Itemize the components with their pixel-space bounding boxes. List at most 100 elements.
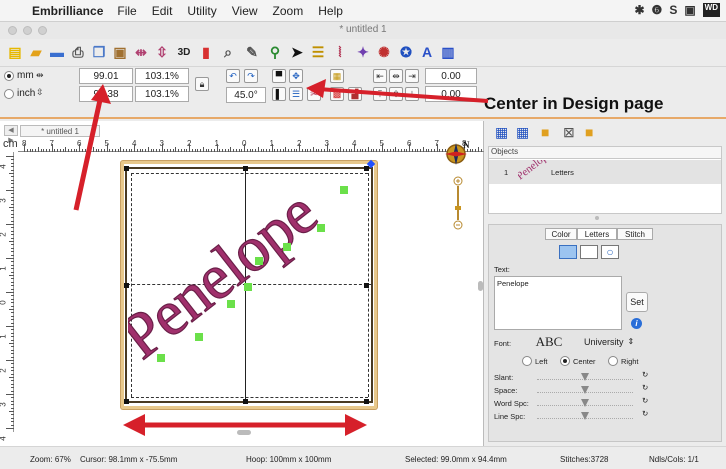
chart-icon[interactable]: ▮ — [196, 42, 216, 62]
pointer-icon[interactable]: ➤ — [287, 42, 307, 62]
gear-icon[interactable]: ✺ — [374, 42, 394, 62]
resize-handle-top-right[interactable] — [364, 166, 369, 171]
align-center-radio[interactable]: Center — [560, 356, 596, 366]
letter-anchor-point[interactable] — [195, 333, 203, 341]
layout-arc-button[interactable] — [580, 245, 598, 259]
line-space-slider-knob[interactable] — [581, 412, 589, 420]
ungroup-icon[interactable]: ▩ — [330, 87, 344, 101]
document-tab[interactable]: * untitled 1 — [20, 125, 100, 137]
flip-icon[interactable]: ⇳ — [152, 42, 172, 62]
unlock-icon[interactable]: ⊠ — [563, 124, 575, 141]
letter-anchor-point[interactable] — [227, 300, 235, 308]
resize-handle-bottom-left[interactable] — [124, 399, 129, 404]
letter-anchor-point[interactable] — [283, 243, 291, 251]
lock-open-icon[interactable]: ■ — [585, 124, 593, 140]
space-slider-knob[interactable] — [581, 386, 589, 394]
circle-s-icon[interactable]: ❻ — [652, 3, 663, 17]
panel-splitter[interactable] — [595, 216, 599, 220]
sewing-icon[interactable]: ⚲ — [265, 42, 285, 62]
align-left-radio[interactable]: Left — [522, 356, 548, 366]
app-name-menu[interactable]: Embrilliance — [32, 4, 103, 18]
copy-icon[interactable]: ❐ — [89, 42, 109, 62]
tab-stitch[interactable]: Stitch — [617, 228, 653, 240]
rotate-left-icon[interactable]: ↶ — [226, 69, 240, 83]
compass-icon[interactable]: N — [444, 140, 470, 166]
stamp-icon[interactable]: ✪ — [396, 42, 416, 62]
offset-x-field[interactable]: 0.00 — [425, 68, 477, 84]
unit-mm-radio[interactable]: mm — [4, 70, 34, 81]
letter-anchor-point[interactable] — [157, 354, 165, 362]
width-percent-field[interactable]: 103.1% — [135, 68, 189, 84]
shapes-icon[interactable]: ✦ — [353, 42, 373, 62]
vertical-scroll-thumb[interactable] — [478, 281, 483, 291]
paste-icon[interactable]: ▣ — [110, 42, 130, 62]
dropbox-icon[interactable]: ✱ — [634, 3, 644, 17]
needle-icon[interactable]: ✎ — [242, 42, 262, 62]
menu-zoom[interactable]: Zoom — [273, 4, 304, 18]
open-icon[interactable]: ▰ — [26, 42, 46, 62]
offset-bottom-icon[interactable]: ⤓ — [405, 87, 419, 101]
group-icon[interactable]: ▦ — [330, 69, 344, 83]
list-icon[interactable]: ☰ — [308, 42, 328, 62]
letter-anchor-point[interactable] — [244, 283, 252, 291]
layout-circle-button[interactable]: ○ — [601, 245, 619, 259]
book-icon[interactable]: ▥ — [438, 42, 458, 62]
resize-handle-bottom[interactable] — [243, 399, 248, 404]
align-top-icon[interactable]: ▀ — [272, 69, 286, 83]
mirror-icon[interactable]: ⇹ — [131, 42, 151, 62]
letter-anchor-point[interactable] — [340, 186, 348, 194]
thread-icon[interactable]: ⦚ — [330, 42, 350, 62]
rotate-right-icon[interactable]: ↷ — [244, 69, 258, 83]
menu-utility[interactable]: Utility — [187, 4, 216, 18]
menu-help[interactable]: Help — [318, 4, 343, 18]
height-field[interactable]: 94.38 — [79, 86, 133, 102]
slant-slider-knob[interactable] — [581, 373, 589, 381]
print-icon[interactable]: ⎙ — [68, 42, 88, 62]
group-view-icon[interactable]: ▦ — [516, 124, 529, 141]
align-middle-icon[interactable]: ☰ — [289, 87, 303, 101]
offset-vcenter-icon[interactable]: ⇳ — [389, 87, 403, 101]
offset-center-icon[interactable]: ⇹ — [389, 69, 403, 83]
resize-handle-top[interactable] — [243, 166, 248, 171]
lock-all-icon[interactable]: ■ — [541, 124, 549, 140]
layout-line-button[interactable] — [559, 245, 577, 259]
display-icon[interactable]: ▣ — [684, 3, 695, 17]
split-icon[interactable]: ✂ — [307, 87, 321, 101]
s-icon[interactable]: S — [669, 3, 677, 17]
width-field[interactable]: 99.01 — [79, 68, 133, 84]
align-left-icon[interactable]: ▌ — [272, 87, 286, 101]
split-view-icon[interactable]: ▦ — [495, 124, 508, 141]
color-sort-icon[interactable]: ▟ — [348, 87, 362, 101]
unit-inch-radio[interactable]: inch — [4, 88, 35, 99]
line-space-slider[interactable] — [537, 412, 633, 420]
lock-icon[interactable]: 🔒︎ — [195, 77, 209, 91]
word-space-slider-knob[interactable] — [581, 399, 589, 407]
text-input[interactable]: Penelope — [494, 276, 622, 330]
menu-file[interactable]: File — [117, 4, 136, 18]
offset-left-icon[interactable]: ⇤ — [373, 69, 387, 83]
menu-view[interactable]: View — [232, 4, 258, 18]
horizontal-scroll-thumb[interactable] — [237, 430, 251, 435]
slant-reset-icon[interactable]: ↻ — [642, 370, 648, 379]
letter-anchor-point[interactable] — [317, 224, 325, 232]
magnifier-icon[interactable]: ⌕ — [218, 42, 238, 62]
zoom-slider[interactable] — [453, 176, 463, 230]
line-space-reset-icon[interactable]: ↻ — [642, 409, 648, 418]
save-icon[interactable]: ▬ — [47, 42, 67, 62]
resize-handle-bottom-right[interactable] — [364, 399, 369, 404]
offset-y-field[interactable]: 0.00 — [425, 86, 477, 102]
letter-anchor-point[interactable] — [255, 257, 263, 265]
tab-nav-buttons[interactable]: ◀ ▶ — [4, 125, 18, 144]
word-space-reset-icon[interactable]: ↻ — [642, 396, 648, 405]
rotation-field[interactable]: 45.0° — [226, 87, 266, 103]
set-button[interactable]: Set — [626, 292, 648, 312]
info-icon[interactable]: i — [631, 318, 642, 329]
penelope-lettering[interactable]: Penelope — [128, 175, 368, 375]
offset-top-icon[interactable]: ⤒ — [373, 87, 387, 101]
word-space-slider[interactable] — [537, 399, 633, 407]
space-reset-icon[interactable]: ↻ — [642, 383, 648, 392]
wd-icon[interactable]: WD — [702, 3, 720, 17]
resize-handle-top-left[interactable] — [124, 166, 129, 171]
slant-slider[interactable] — [537, 373, 633, 381]
tab-letters[interactable]: Letters — [577, 228, 617, 240]
